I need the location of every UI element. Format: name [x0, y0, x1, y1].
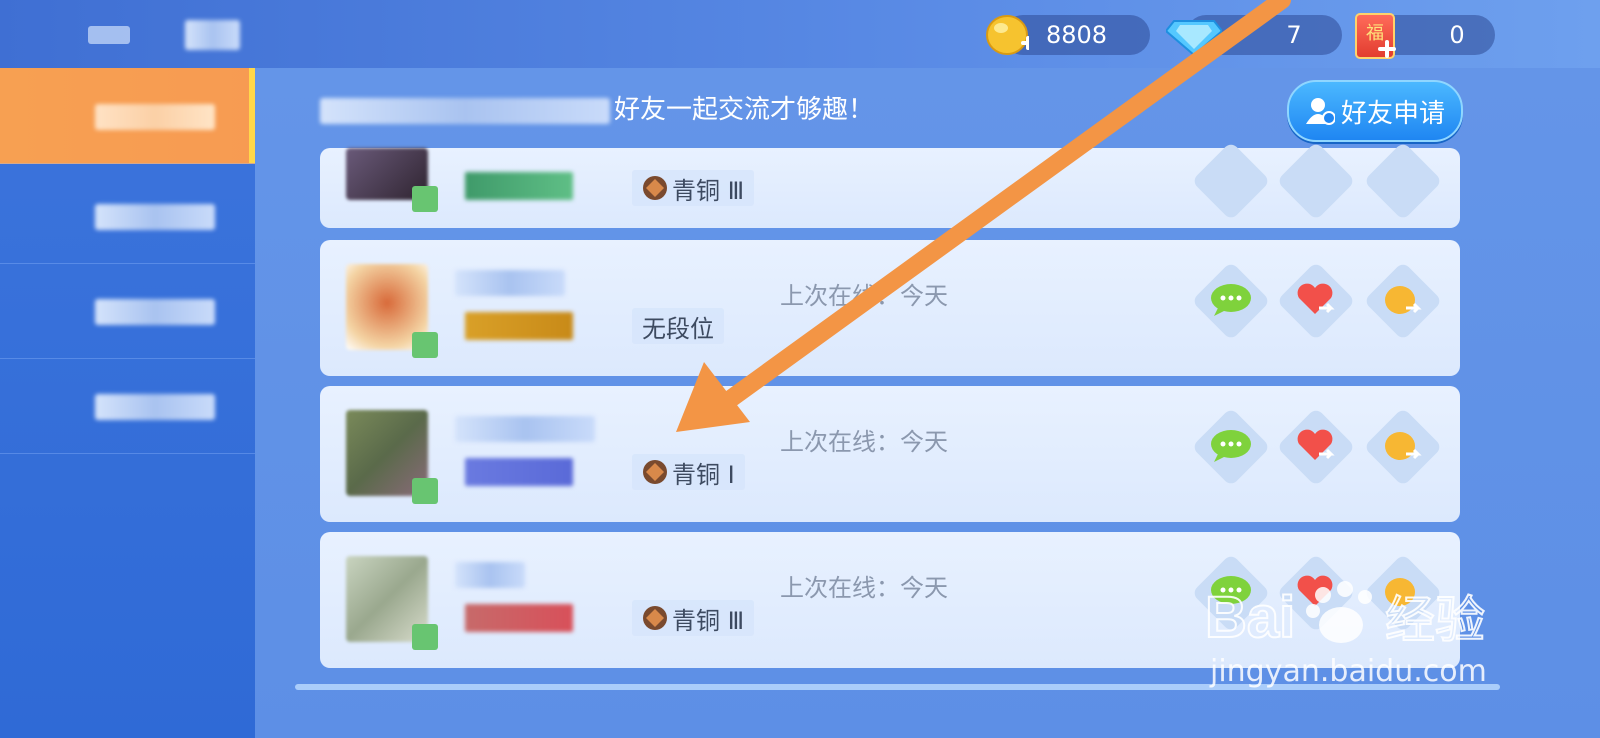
player-name: [455, 562, 525, 588]
svg-text:Bai: Bai: [1205, 585, 1295, 650]
last-online-text: 上次在线：今天: [780, 428, 948, 456]
friend-card[interactable]: 青铜 Ⅲ: [320, 141, 1460, 228]
chat-button[interactable]: [1191, 261, 1271, 341]
last-online-text: 上次在线：今天: [780, 282, 948, 310]
svg-text:经验: 经验: [1385, 591, 1485, 649]
back-button[interactable]: [84, 18, 134, 52]
fu-count: 0: [1449, 21, 1465, 49]
online-badge: [412, 332, 438, 358]
sidebar: [0, 68, 255, 738]
diamond-icon: [1166, 20, 1222, 55]
plus-icon: [1378, 40, 1396, 58]
send-gift-button[interactable]: [1363, 261, 1443, 341]
chat-icon: [1211, 430, 1251, 462]
rank-text: 青铜 Ⅲ: [672, 176, 745, 205]
friend-card[interactable]: 无段位 上次在线：今天: [320, 240, 1460, 376]
gold-bean-add-icon: [986, 15, 1029, 55]
rank-label: 青铜 Ⅰ: [632, 454, 745, 490]
chat-button[interactable]: [1191, 141, 1271, 221]
online-badge: [412, 478, 438, 504]
send-gift-button[interactable]: [1363, 141, 1443, 221]
rank-label: 无段位: [632, 308, 724, 344]
send-gift-icon: [1385, 286, 1422, 314]
hint-text: 好友一起交流才够趣！: [320, 92, 874, 128]
friend-request-button[interactable]: 好友申请: [1287, 80, 1463, 142]
chat-icon: [1211, 284, 1251, 316]
last-online-text: 上次在线：今天: [780, 574, 948, 602]
top-bar: 8808 7 0 福: [0, 0, 1600, 68]
online-badge: [412, 186, 438, 212]
gold-resource[interactable]: 8808: [985, 13, 1150, 57]
send-heart-button[interactable]: [1276, 407, 1356, 487]
sidebar-item-label: [95, 394, 215, 420]
add-friend-icon: [1305, 98, 1335, 125]
rank-text: 青铜 Ⅲ: [672, 606, 745, 635]
bronze-rank-icon: [643, 176, 667, 200]
player-name: [455, 270, 565, 296]
sidebar-item-friends[interactable]: [0, 68, 255, 164]
rank-label: 青铜 Ⅲ: [632, 170, 755, 206]
sidebar-item-2[interactable]: [0, 168, 255, 264]
hint-visible-text: 好友一起交流才够趣！: [614, 95, 875, 125]
watermark-url: jingyan.baidu.com: [1210, 654, 1487, 689]
send-gift-button[interactable]: [1363, 407, 1443, 487]
online-badge: [412, 624, 438, 650]
hint-blurred-part: [320, 97, 610, 124]
bronze-rank-icon: [643, 460, 667, 484]
diamond-resource[interactable]: 7: [1166, 13, 1342, 57]
bronze-rank-icon: [643, 606, 667, 630]
friend-card[interactable]: 青铜 Ⅰ 上次在线：今天: [320, 386, 1460, 522]
send-heart-icon: [1297, 283, 1335, 314]
send-heart-button[interactable]: [1276, 141, 1356, 221]
diamond-count: 7: [1286, 21, 1302, 49]
back-arrow-icon: [88, 26, 130, 44]
sidebar-item-label: [95, 104, 215, 130]
rank-text: 无段位: [642, 314, 714, 343]
player-name: [455, 416, 595, 442]
send-heart-icon: [1297, 429, 1335, 460]
player-tag: [465, 604, 573, 632]
friend-request-label: 好友申请: [1340, 98, 1445, 129]
sidebar-item-4[interactable]: [0, 358, 255, 454]
sidebar-item-3[interactable]: [0, 263, 255, 359]
baidu-watermark-logo: Bai 经验: [1205, 581, 1485, 651]
sidebar-item-label: [95, 204, 215, 230]
sidebar-item-label: [95, 299, 215, 325]
send-gift-icon: [1385, 432, 1422, 460]
player-tag: [465, 458, 573, 486]
send-heart-button[interactable]: [1276, 261, 1356, 341]
page-title: [185, 20, 240, 50]
rank-text: 青铜 Ⅰ: [672, 460, 735, 489]
player-tag: [465, 312, 573, 340]
player-tag: [465, 172, 573, 200]
fu-resource[interactable]: 0 福: [1355, 13, 1495, 59]
chat-button[interactable]: [1191, 407, 1271, 487]
rank-label: 青铜 Ⅲ: [632, 600, 755, 636]
